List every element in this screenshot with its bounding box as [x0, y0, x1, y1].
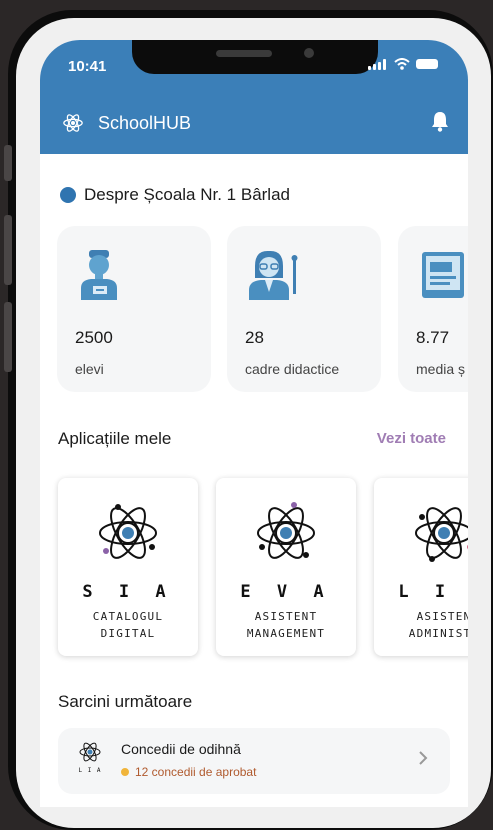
stat-value: 8.77 — [416, 328, 450, 347]
battery-icon — [416, 59, 438, 69]
stat-card-average[interactable]: 8.77 media ș — [398, 226, 468, 392]
camera — [304, 48, 314, 58]
notch — [132, 40, 378, 74]
status-time: 10:41 — [68, 58, 107, 75]
app-card-sia[interactable]: S I A CATALOGUL DIGITAL — [58, 478, 198, 656]
task-item[interactable]: L I A Concedii de odihnă 12 concedii de … — [58, 728, 450, 794]
task-subtitle: 12 concedii de aprobat — [121, 765, 256, 779]
app-title: SchoolHUB — [98, 113, 192, 133]
app-card-lia[interactable]: L I A ASISTEN ADMINISTR — [374, 478, 468, 656]
app-description: ASISTENT MANAGEMENT — [246, 610, 326, 640]
volume-down-button — [4, 302, 12, 372]
speaker — [216, 50, 272, 57]
app-card-eva[interactable]: E V A ASISTENT MANAGEMENT — [216, 478, 356, 656]
section-bullet — [60, 187, 76, 203]
status-icons — [368, 58, 438, 70]
stat-label: elevi — [75, 361, 104, 377]
app-name: E V A — [240, 582, 332, 602]
stat-card-teachers[interactable]: 28 cadre didactice — [227, 226, 381, 392]
notification-bell-icon[interactable] — [430, 110, 450, 137]
stat-card-students[interactable]: 2500 elevi — [57, 226, 211, 392]
screen: 10:41 SchoolHUB Despre Școala Nr. 1 Bârl… — [40, 40, 468, 807]
stat-value: 2500 — [75, 328, 113, 347]
stat-label: media ș — [416, 361, 466, 377]
atom-logo-icon — [96, 496, 160, 575]
stat-value: 28 — [245, 328, 264, 347]
wifi-icon — [394, 58, 410, 70]
mute-switch — [4, 145, 12, 181]
app-description: CATALOGUL DIGITAL — [92, 610, 164, 640]
tasks-section-title: Sarcini următoare — [58, 692, 193, 711]
app-description: ASISTEN ADMINISTR — [408, 610, 468, 640]
atom-logo-icon — [412, 496, 468, 575]
see-all-link[interactable]: Vezi toate — [377, 430, 446, 447]
lia-app-icon: L I A — [78, 740, 102, 781]
atom-logo-icon — [254, 496, 318, 575]
stat-label: cadre didactice — [245, 361, 340, 377]
chevron-right-icon[interactable] — [418, 750, 428, 771]
teacher-icon — [247, 248, 303, 307]
student-icon — [77, 248, 121, 307]
book-icon — [418, 248, 468, 307]
pending-status-dot — [121, 768, 129, 776]
app-name: L I A — [398, 582, 468, 602]
volume-up-button — [4, 215, 12, 285]
apps-section-title: Aplicațiile mele — [58, 429, 172, 448]
atom-logo-icon — [62, 112, 84, 139]
task-app-tag: L I A — [78, 767, 102, 774]
app-name: S I A — [82, 582, 174, 602]
app-header: 10:41 SchoolHUB — [40, 40, 468, 154]
task-title: Concedii de odihnă — [121, 741, 241, 757]
signal-icon — [368, 58, 388, 70]
about-section-title: Despre Școala Nr. 1 Bârlad — [84, 185, 290, 204]
